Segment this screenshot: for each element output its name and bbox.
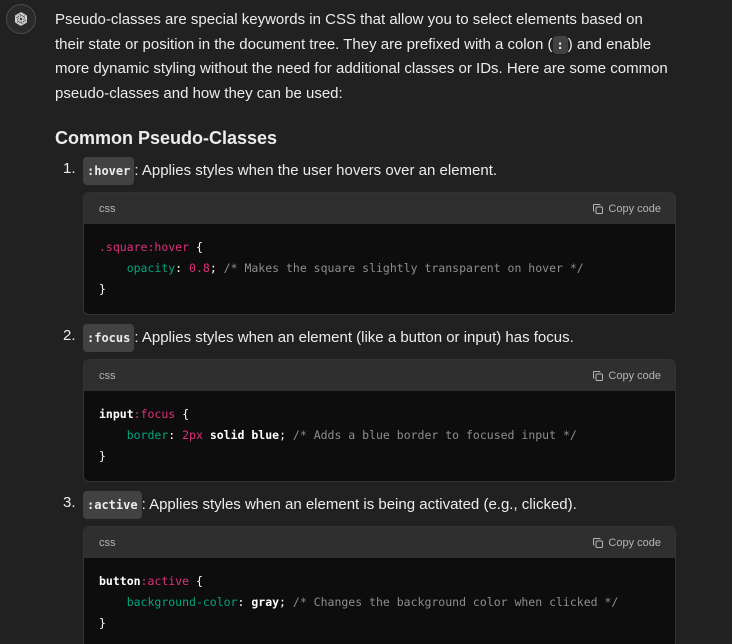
list-item-hover: 1. :hover: Applies styles when the user …: [55, 157, 676, 316]
code-comment: /* Changes the background color when cli…: [292, 595, 619, 610]
item-description: :hover: Applies styles when the user hov…: [83, 157, 676, 186]
code-content: button:active { background-color: gray; …: [84, 558, 675, 644]
list-number: 1.: [63, 160, 76, 178]
list-number: 3.: [63, 494, 76, 512]
inline-code: :hover: [83, 157, 135, 186]
code-block: css Copy code input:focus { border: 2px …: [83, 359, 676, 483]
code-pseudo: :hover: [147, 240, 190, 255]
code-block: css Copy code .square:hover { opacity: 0…: [83, 192, 676, 316]
code-value: gray: [251, 595, 280, 610]
code-value: 2px: [182, 428, 203, 443]
intro-paragraph: Pseudo-classes are special keywords in C…: [55, 8, 676, 106]
code-selector: .square: [99, 240, 148, 255]
code-block-header: css Copy code: [84, 193, 675, 225]
code-property: border: [126, 428, 169, 443]
item-desc-text: : Applies styles when an element is bein…: [141, 496, 577, 514]
copy-code-button[interactable]: Copy code: [592, 370, 661, 382]
code-comment: /* Makes the square slightly transparent…: [223, 261, 584, 276]
code-brace: {: [189, 240, 203, 255]
chat-message: Pseudo-classes are special keywords in C…: [0, 0, 732, 644]
code-brace: }: [99, 616, 106, 631]
code-semicolon: ;: [209, 261, 224, 276]
copy-code-label: Copy code: [608, 536, 661, 549]
code-selector: button: [99, 574, 141, 589]
code-property: opacity: [126, 261, 176, 276]
copy-icon: [593, 370, 604, 381]
list-number: 2.: [63, 327, 76, 345]
code-block-header: css Copy code: [84, 527, 675, 559]
section-heading: Common Pseudo-Classes: [55, 128, 278, 149]
inline-code-colon: :: [552, 35, 568, 54]
code-language-label: css: [99, 369, 116, 382]
code-block-header: css Copy code: [84, 360, 675, 392]
code-brace: {: [189, 574, 203, 589]
openai-logo-icon: [14, 12, 28, 26]
code-colon: :: [168, 428, 183, 443]
copy-icon: [593, 203, 604, 214]
code-block: css Copy code button:active { background…: [83, 526, 676, 644]
code-brace: {: [175, 407, 190, 422]
inline-code: :active: [83, 491, 142, 520]
code-colon: :: [237, 595, 252, 610]
code-language-label: css: [99, 536, 116, 549]
copy-code-label: Copy code: [608, 369, 661, 382]
item-desc-text: : Applies styles when an element (like a…: [134, 329, 574, 347]
message-content: Pseudo-classes are special keywords in C…: [55, 8, 676, 644]
copy-code-label: Copy code: [608, 202, 661, 215]
code-semicolon: ;: [279, 595, 293, 610]
list-item-focus: 2. :focus: Applies styles when an elemen…: [55, 324, 676, 483]
item-description: :focus: Applies styles when an element (…: [83, 324, 676, 353]
code-brace: }: [99, 449, 106, 464]
code-colon: :: [175, 261, 190, 276]
item-desc-text: : Applies styles when the user hovers ov…: [134, 162, 498, 180]
code-comment: /* Adds a blue border to focused input *…: [292, 428, 577, 443]
code-content: .square:hover { opacity: 0.8; /* Makes t…: [84, 224, 675, 314]
code-language-label: css: [99, 202, 116, 215]
code-semicolon: ;: [279, 428, 293, 443]
copy-icon: [593, 537, 604, 548]
code-content: input:focus { border: 2px solid blue; /*…: [84, 391, 675, 481]
copy-code-button[interactable]: Copy code: [592, 537, 661, 549]
code-brace: }: [99, 282, 106, 297]
assistant-avatar: [6, 4, 36, 34]
code-pseudo: :active: [140, 574, 190, 589]
code-pseudo: :focus: [133, 407, 176, 422]
inline-code: :focus: [83, 324, 135, 353]
code-value: solid blue: [202, 428, 280, 443]
item-description: :active: Applies styles when an element …: [83, 491, 676, 520]
code-value: 0.8: [189, 261, 210, 276]
code-selector: input: [99, 407, 134, 422]
list-item-active: 3. :active: Applies styles when an eleme…: [55, 491, 676, 644]
pseudo-class-list: 1. :hover: Applies styles when the user …: [55, 157, 676, 644]
code-property: background-color: [126, 595, 238, 610]
copy-code-button[interactable]: Copy code: [592, 203, 661, 215]
